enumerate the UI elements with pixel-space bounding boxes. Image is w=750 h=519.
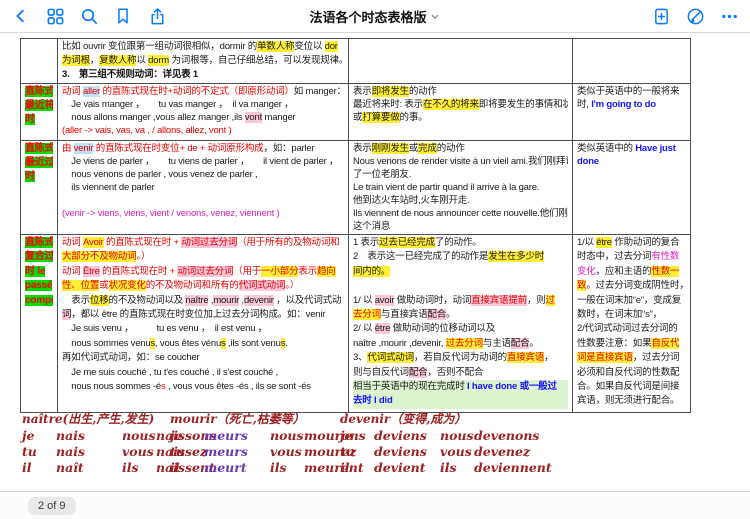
cell-english-note: 1/以 être 作助动词的复合时态中，过去分词有性数变化，应和主语的性数一致。… [573, 235, 691, 413]
cell-formation: 动词 aller 的直陈式现在时+动词的不定式（即原形动词）如 manger： … [58, 84, 349, 141]
hand-conjugation-line: ildevientilsdeviennent [340, 460, 540, 476]
back-chevron-icon[interactable] [6, 1, 36, 31]
hand-group-devenir: devenir（变得,成为） jedeviensnousdevenons tud… [340, 410, 540, 476]
table-row: 直陈式最近将来时 动词 aller 的直陈式现在时+动词的不定式（即原形动词）如… [21, 84, 691, 141]
hand-conjugation-line: tudeviensvousdevenez [340, 444, 540, 460]
handwritten-notes: naître(出生,产生,发生) jenaisnousnaissons tuna… [0, 410, 750, 488]
document-title-text: 法语各个时态表格版 [309, 7, 426, 26]
cell-tense-label: 直陈式最近将来时 [21, 84, 58, 141]
search-icon[interactable] [74, 1, 104, 31]
pages-grid-icon[interactable] [40, 1, 70, 31]
toolbar-left-group [0, 1, 172, 31]
table-row: 直陈式复合过去时 lepassécomposé 动词 Avoir 的直陈式现在时… [21, 235, 691, 413]
toolbar: 法语各个时态表格版 [0, 0, 750, 33]
cell-usage [349, 39, 573, 84]
cell-english-note [573, 39, 691, 84]
document-title[interactable]: 法语各个时态表格版 [309, 0, 440, 32]
share-icon[interactable] [142, 1, 172, 31]
cell-formation: 比如 ouvrir 变位跟第一组动词很相似，dormir 的单数人称变位以 do… [58, 39, 349, 84]
document-page: 比如 ouvrir 变位跟第一组动词很相似，dormir 的单数人称变位以 do… [0, 33, 750, 491]
grammar-table: 比如 ouvrir 变位跟第一组动词很相似，dormir 的单数人称变位以 do… [20, 38, 691, 413]
cell-usage: 1 表示过去已经完成了的动作。2 表示这一已经完成了的动作是发生在多少时间内的。… [349, 235, 573, 413]
more-icon[interactable] [714, 1, 744, 31]
pages-document-app: 法语各个时态表格版 比如 ouvrir 变位跟第一组动词很相似，dormir 的… [0, 0, 750, 519]
cell-formation: 由 venir 的直陈式现在时变位+ de + 动词原形构成，如：parler … [58, 141, 349, 235]
hand-header: devenir（变得,成为） [340, 410, 540, 428]
bookmark-icon[interactable] [108, 1, 138, 31]
cell-english-note: 类似于英语中的一般将来时, I'm going to do [573, 84, 691, 141]
toolbar-right-group [646, 0, 744, 32]
chevron-down-icon [430, 11, 441, 22]
cell-usage: 表示刚刚发生或完成的动作Nous venons de render visite… [349, 141, 573, 235]
cell-tense-label: 直陈式最近过去时 [21, 141, 58, 235]
cell-tense-label: 直陈式复合过去时 lepassécomposé [21, 235, 58, 413]
add-page-icon[interactable] [646, 1, 676, 31]
cell-tense-label [21, 39, 58, 84]
cell-usage: 表示即将发生的动作最近将来时: 表示在不久的将来即将要发生的事情和状态，或打算要… [349, 84, 573, 141]
page-indicator[interactable]: 2 of 9 [28, 497, 76, 515]
cell-english-note: 类似英语中的 Have justdone [573, 141, 691, 235]
markup-icon[interactable] [680, 1, 710, 31]
cell-formation: 动词 Avoir 的直陈式现在时 + 动词过去分词（用于所有的及物动词和大部分不… [58, 235, 349, 413]
hand-conjugation-line: jedeviensnousdevenons [340, 428, 540, 444]
footer-bar: 2 of 9 [0, 491, 750, 519]
table-row: 比如 ouvrir 变位跟第一组动词很相似，dormir 的单数人称变位以 do… [21, 39, 691, 84]
table-row: 直陈式最近过去时 由 venir 的直陈式现在时变位+ de + 动词原形构成，… [21, 141, 691, 235]
